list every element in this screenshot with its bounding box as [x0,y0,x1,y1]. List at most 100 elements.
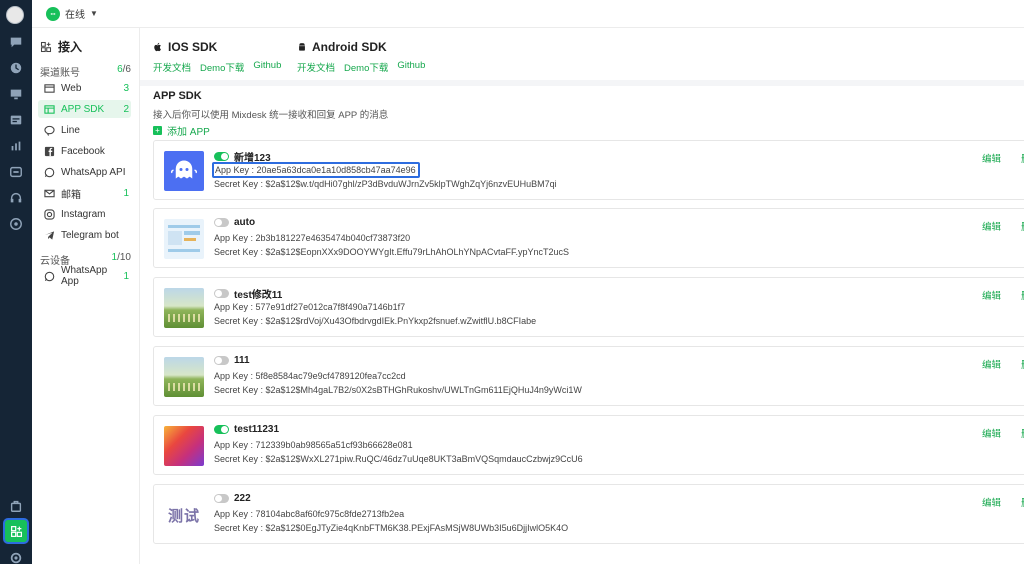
secret-key[interactable]: Secret Key : $2a$12$WxXL271piw.RuQC/46dz… [214,454,583,464]
edit-button[interactable]: 编辑 [982,426,1001,440]
line-icon [44,125,55,136]
integrations-icon [40,41,52,52]
sidebar-item-email[interactable]: 邮箱 1 [38,184,131,202]
sidebar-item-label: WhatsApp API [61,166,126,178]
channel-group-header: 渠道账号 6/6 [40,64,131,79]
sidebar-item-label: Line [61,124,80,136]
integrations-icon[interactable] [3,518,29,544]
app-key[interactable]: App Key : 577e91df27e012ca7f8f490a7146b1… [214,302,405,312]
ios-sdk-block: IOS SDK 开发文档 Demo下载 Github [153,40,281,74]
ios-github-link[interactable]: Github [253,60,281,74]
ticket-icon[interactable] [8,164,24,180]
settings-icon[interactable] [8,550,24,564]
app-key[interactable]: App Key : 20ae5a63dca0e1a10d858cb47aa74e… [212,162,420,178]
android-sdk-block: Android SDK 开发文档 Demo下载 Github [297,40,425,74]
sidebar-item-app-sdk[interactable]: APP SDK 2 [38,100,131,118]
edit-button[interactable]: 编辑 [982,495,1001,509]
app-card: 测试 222 App Key : 78104abc8af60fc975c8fde… [153,484,1024,544]
chevron-down-icon: ▼ [90,9,98,18]
section-title: APP SDK [153,90,202,102]
android-demo-link[interactable]: Demo下载 [344,60,388,74]
app-key[interactable]: App Key : 5f8e8584ac79e9cf4789120fea7cc2… [214,371,406,381]
sidebar-item-label: APP SDK [61,103,105,115]
secret-key[interactable]: Secret Key : $2a$12$Mh4gaL7B2/s0X2sBTHGh… [214,385,582,395]
contacts-icon[interactable] [8,112,24,128]
app-enable-toggle[interactable] [214,152,229,161]
sidebar-heading: 接入 [40,38,82,55]
sidebar-item-label: 邮箱 [61,189,81,201]
top-bar: 在线 ▼ [32,0,1024,28]
sidebar-item-label: Web [61,82,82,94]
secret-key[interactable]: Secret Key : $2a$12$0EgJTyZie4qKnbFTM6K3… [214,523,568,533]
ios-demo-link[interactable]: Demo下载 [200,60,244,74]
edit-button[interactable]: 编辑 [982,219,1001,233]
app-enable-toggle[interactable] [214,494,229,503]
sidebar-heading-label: 接入 [58,40,83,54]
app-enable-toggle[interactable] [214,218,229,227]
android-icon [299,43,305,51]
edit-button[interactable]: 编辑 [982,357,1001,371]
ghost-logo-icon [170,160,198,179]
sidebar-item-label: Telegram bot [61,229,119,241]
app-card: test修改11 App Key : 577e91df27e012ca7f8f4… [153,277,1024,337]
online-status-dropdown[interactable]: 在线 ▼ [46,6,98,21]
whatsapp-icon [44,167,55,178]
secret-key[interactable]: Secret Key : $2a$12$EopnXXx9DOOYWYgIt.Ef… [214,247,569,257]
app-thumbnail [164,151,204,191]
sidebar-item-web[interactable]: Web 3 [38,79,131,97]
sidebar-item-count: 2 [123,103,129,115]
headset-icon[interactable] [8,190,24,206]
sidebar-item-count: 1 [123,270,129,282]
ios-docs-link[interactable]: 开发文档 [153,60,191,74]
sidebar-item-label: Facebook [61,145,105,157]
whatsapp-icon [44,271,55,282]
secret-key[interactable]: Secret Key : $2a$12$w.t/qdHi07ghl/zP3dBv… [214,179,557,189]
sidebar-item-count: 1 [123,187,129,199]
telegram-icon [44,230,55,241]
android-sdk-title: Android SDK [297,40,425,54]
app-name: 222 [214,493,251,504]
android-github-link[interactable]: Github [397,60,425,74]
sidebar-item-whatsapp-api[interactable]: WhatsApp API [38,163,131,181]
app-enable-toggle[interactable] [214,425,229,434]
android-docs-link[interactable]: 开发文档 [297,60,335,74]
sidebar-item-facebook[interactable]: Facebook [38,142,131,160]
app-key[interactable]: App Key : 712339b0ab98565a51cf93b66628e0… [214,440,413,450]
add-app-button[interactable]: + 添加 APP [153,123,210,138]
sidebar-item-line[interactable]: Line [38,121,131,139]
edit-button[interactable]: 编辑 [982,288,1001,302]
app-card: 新增123 App Key : 20ae5a63dca0e1a10d858cb4… [153,140,1024,200]
stats-icon[interactable] [8,138,24,154]
sidebar-item-telegram-bot[interactable]: Telegram bot [38,226,131,244]
apple-icon [154,42,161,52]
app-enable-toggle[interactable] [214,289,229,298]
avatar[interactable] [6,6,24,24]
app-thumbnail [164,357,204,397]
bag-icon[interactable] [8,498,24,514]
app-enable-toggle[interactable] [214,356,229,365]
chat-icon[interactable] [8,34,24,50]
app-name: test11231 [214,424,279,435]
section-description: 接入后你可以使用 Mixdesk 统一接收和回复 APP 的消息 [153,110,389,121]
sidebar-item-label: WhatsApp App [61,265,108,287]
app-name: auto [214,217,255,228]
edit-button[interactable]: 编辑 [982,151,1001,165]
sidebar-item-count: 3 [123,82,129,94]
sidebar-item-whatsapp-app[interactable]: WhatsApp App 1 [38,265,131,287]
app-card: auto App Key : 2b3b181227e4635474b040cf7… [153,208,1024,268]
app-key[interactable]: App Key : 2b3b181227e4635474b040cf73873f… [214,233,410,243]
secret-key[interactable]: Secret Key : $2a$12$rdVoj/Xu43OfbdrvgdIE… [214,316,536,326]
target-icon[interactable] [8,216,24,232]
app-card: 111 App Key : 5f8e8584ac79e9cf4789120fea… [153,346,1024,406]
sidebar-item-instagram[interactable]: Instagram [38,205,131,223]
app-key[interactable]: App Key : 78104abc8af60fc975c8fde2713fb2… [214,509,404,519]
channel-sidebar: 接入 渠道账号 6/6 Web 3 APP SDK 2 Line Faceboo… [32,28,140,564]
left-rail [0,0,32,564]
monitor-icon[interactable] [8,86,24,102]
mail-icon [44,188,55,199]
history-icon[interactable] [8,60,24,76]
app-card: test11231 App Key : 712339b0ab98565a51cf… [153,415,1024,475]
divider [140,80,1024,86]
ios-sdk-title: IOS SDK [153,40,281,54]
instagram-icon [44,208,55,220]
